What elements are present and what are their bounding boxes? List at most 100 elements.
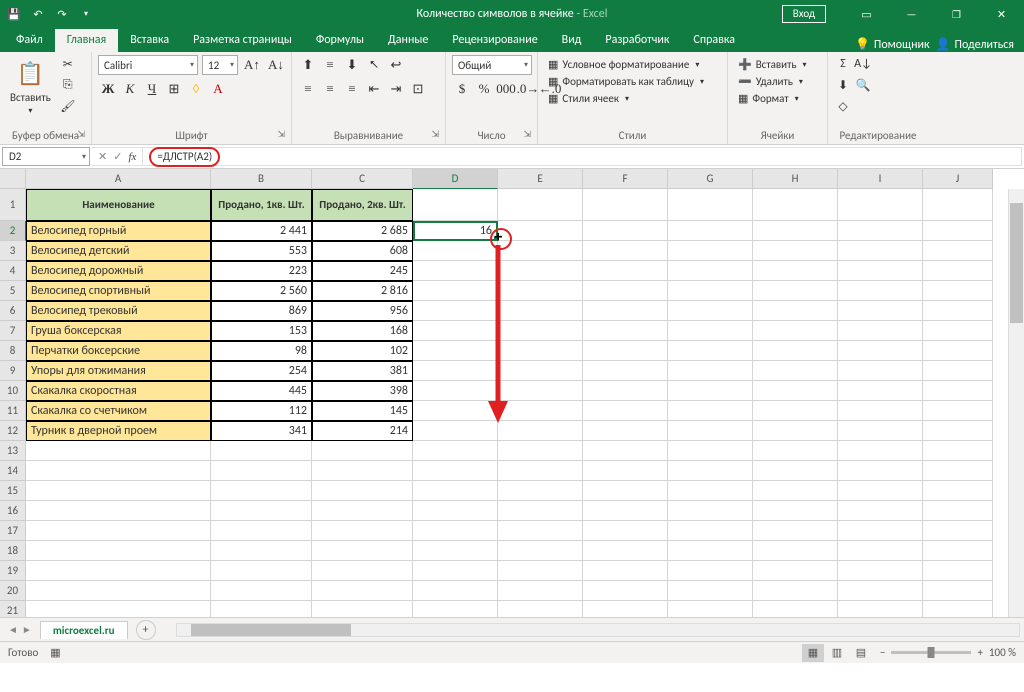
fill-icon[interactable]: ⬇ — [834, 76, 852, 94]
cell[interactable] — [838, 189, 923, 221]
cell[interactable] — [753, 381, 838, 401]
cell[interactable] — [498, 321, 583, 341]
cell[interactable] — [312, 581, 413, 601]
col-header-I[interactable]: I — [838, 169, 923, 189]
autosum-icon[interactable]: Σ — [834, 55, 852, 73]
cell[interactable] — [211, 481, 312, 501]
cell[interactable] — [498, 241, 583, 261]
cell[interactable] — [838, 521, 923, 541]
add-sheet-icon[interactable]: + — [136, 620, 156, 640]
cell[interactable] — [668, 261, 753, 281]
delete-cells-button[interactable]: ➖Удалить▾ — [734, 74, 807, 89]
cell[interactable] — [753, 321, 838, 341]
cell[interactable] — [312, 541, 413, 561]
cell[interactable] — [668, 241, 753, 261]
sheet-tab[interactable]: microexcel.ru — [40, 621, 128, 639]
cell[interactable] — [923, 601, 993, 617]
cell[interactable] — [668, 401, 753, 421]
cell[interactable]: Скакалка скоростная — [26, 381, 211, 401]
cell[interactable] — [312, 601, 413, 617]
cell[interactable] — [26, 601, 211, 617]
cell[interactable] — [923, 221, 993, 241]
decrease-font-icon[interactable]: A↓ — [266, 55, 286, 75]
format-table-button[interactable]: ▦Форматировать как таблицу▾ — [544, 74, 708, 89]
cell[interactable] — [923, 581, 993, 601]
cell[interactable] — [583, 401, 668, 421]
tab-next-icon[interactable]: ► — [22, 623, 32, 636]
cell[interactable] — [838, 541, 923, 561]
cell[interactable] — [413, 281, 498, 301]
cell[interactable] — [923, 461, 993, 481]
cell[interactable] — [753, 221, 838, 241]
cell[interactable] — [838, 481, 923, 501]
cell[interactable] — [413, 321, 498, 341]
save-icon[interactable]: 💾 — [6, 6, 22, 22]
cell[interactable] — [583, 189, 668, 221]
row-header[interactable]: 1 — [0, 189, 26, 221]
vertical-scrollbar[interactable] — [1008, 189, 1024, 617]
cell[interactable] — [498, 481, 583, 501]
clear-icon[interactable]: ◇ — [834, 97, 852, 115]
format-cells-button[interactable]: ▦Формат▾ — [734, 91, 803, 106]
normal-view-icon[interactable]: ▦ — [802, 644, 824, 662]
cell[interactable] — [668, 381, 753, 401]
cell[interactable] — [923, 281, 993, 301]
cell[interactable]: Перчатки боксерские — [26, 341, 211, 361]
name-box[interactable]: D2 — [2, 147, 90, 166]
cell[interactable] — [583, 461, 668, 481]
cell[interactable] — [923, 541, 993, 561]
enter-formula-icon[interactable]: ✓ — [113, 150, 122, 163]
cell[interactable] — [413, 341, 498, 361]
comma-icon[interactable]: 000 — [496, 79, 516, 99]
zoom-level[interactable]: 100 % — [989, 646, 1016, 659]
cell[interactable] — [668, 541, 753, 561]
cell[interactable]: Велосипед дорожный — [26, 261, 211, 281]
cell[interactable] — [498, 361, 583, 381]
macro-record-icon[interactable]: ▦ — [50, 646, 60, 659]
cell[interactable] — [583, 241, 668, 261]
col-header-J[interactable]: J — [923, 169, 993, 189]
paste-button[interactable]: 📋 Вставить▾ — [6, 55, 55, 118]
tab-prev-icon[interactable]: ◄ — [8, 623, 18, 636]
cell[interactable]: 956 — [312, 301, 413, 321]
cell[interactable] — [668, 481, 753, 501]
cell[interactable] — [668, 321, 753, 341]
cell[interactable]: Груша боксерская — [26, 321, 211, 341]
cell[interactable] — [211, 501, 312, 521]
cell[interactable] — [583, 561, 668, 581]
row-header[interactable]: 18 — [0, 541, 26, 561]
share-button[interactable]: 👤 Поделиться — [936, 37, 1014, 52]
number-format-combo[interactable]: Общий — [452, 55, 532, 75]
cell[interactable] — [312, 481, 413, 501]
tab-developer[interactable]: Разработчик — [593, 29, 681, 52]
cell[interactable] — [26, 541, 211, 561]
cell[interactable] — [753, 481, 838, 501]
cell[interactable]: 223 — [211, 261, 312, 281]
copy-icon[interactable]: ⎘ — [59, 76, 77, 94]
cell[interactable] — [923, 261, 993, 281]
cell[interactable] — [498, 421, 583, 441]
cell[interactable] — [498, 341, 583, 361]
cell[interactable] — [413, 561, 498, 581]
login-button[interactable]: Вход — [782, 5, 826, 23]
align-center-icon[interactable]: ≡ — [320, 79, 340, 99]
tab-view[interactable]: Вид — [550, 29, 594, 52]
row-header[interactable]: 9 — [0, 361, 26, 381]
zoom-in-icon[interactable]: + — [977, 646, 982, 659]
fill-handle[interactable] — [493, 236, 498, 241]
font-color-icon[interactable]: A — [208, 79, 228, 99]
close-icon[interactable]: ✕ — [979, 0, 1024, 28]
cell[interactable] — [413, 301, 498, 321]
row-header[interactable]: 16 — [0, 501, 26, 521]
cell[interactable] — [923, 301, 993, 321]
tab-help[interactable]: Справка — [681, 29, 747, 52]
cell[interactable] — [668, 341, 753, 361]
col-header-F[interactable]: F — [583, 169, 668, 189]
cell[interactable] — [753, 189, 838, 221]
cell[interactable] — [668, 221, 753, 241]
undo-icon[interactable]: ↶ — [30, 6, 46, 22]
merge-icon[interactable]: ⊡ — [408, 79, 428, 99]
cell[interactable] — [26, 461, 211, 481]
cell[interactable] — [583, 381, 668, 401]
cell[interactable] — [413, 601, 498, 617]
